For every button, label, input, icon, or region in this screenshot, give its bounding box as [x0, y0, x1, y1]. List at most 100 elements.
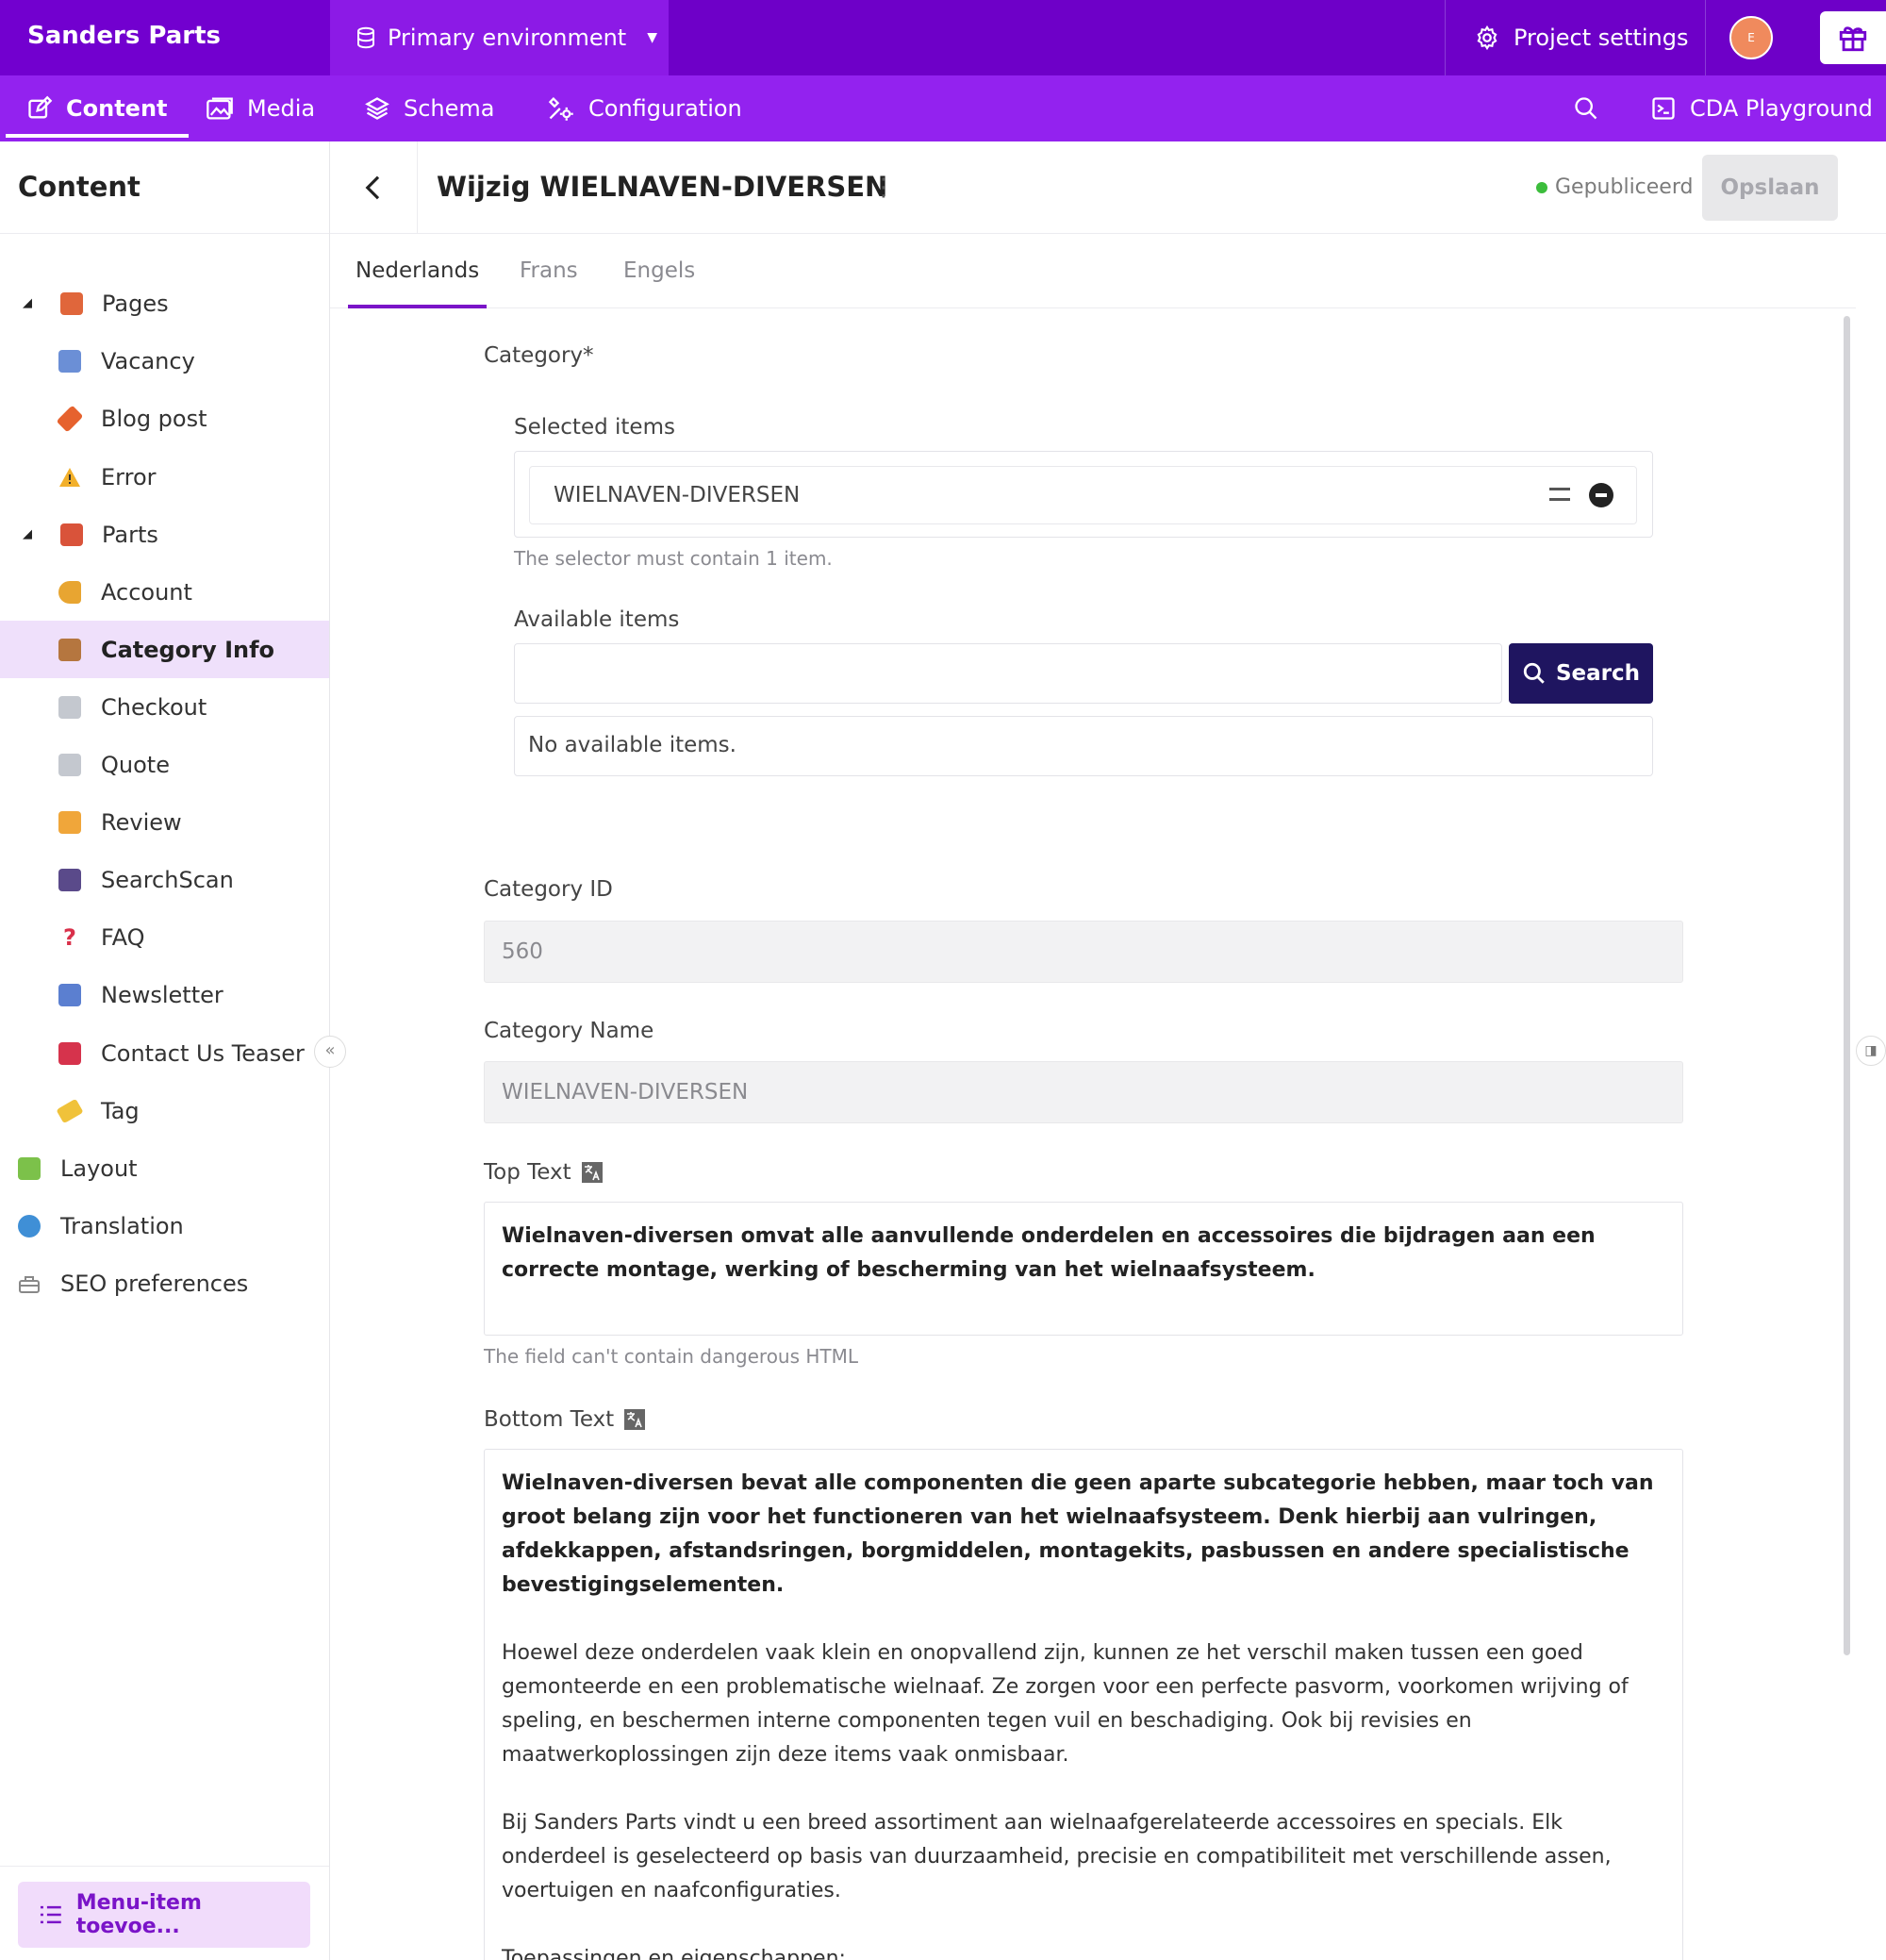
sidebar-item-label: Blog post	[101, 405, 207, 432]
nav-content[interactable]: Content	[6, 75, 188, 141]
expand-triangle-icon[interactable]: ◢	[23, 296, 32, 310]
project-settings-button[interactable]: Project settings	[1445, 0, 1706, 75]
search-button[interactable]: Search	[1509, 643, 1653, 704]
expand-triangle-icon[interactable]: ◢	[23, 527, 32, 541]
add-menu-item-label: Menu-item toevoe...	[75, 1891, 202, 1938]
top-text-label-row: Top Text	[484, 1160, 604, 1185]
sidebar-item-newsletter[interactable]: Newsletter	[0, 966, 329, 1023]
sidebar-item-pages[interactable]: ◢ Pages	[0, 274, 329, 332]
house-icon	[60, 291, 83, 315]
sidebar-item-quote[interactable]: Quote	[0, 736, 329, 793]
bottom-text-label-row: Bottom Text	[484, 1407, 646, 1432]
global-search-button[interactable]	[1573, 75, 1599, 141]
panel-toggle-icon[interactable]: ◨	[1856, 1036, 1886, 1066]
sidebar-item-label: Category Info	[101, 636, 275, 663]
sidebar-item-faq[interactable]: ? FAQ	[0, 908, 329, 966]
bottom-text-paragraph: Hoewel deze onderdelen vaak klein en ono…	[502, 1641, 1629, 1767]
search-button-label: Search	[1555, 661, 1641, 686]
add-menu-item-button[interactable]: Menu-item toevoe...	[18, 1882, 310, 1948]
sidebar-item-label: Review	[101, 808, 182, 836]
status-label: Gepubliceerd	[1555, 175, 1694, 199]
more-options-icon[interactable]: ⋮	[869, 174, 898, 202]
sidebar-item-tag[interactable]: Tag	[0, 1082, 329, 1139]
no-available-items: No available items.	[514, 716, 1653, 776]
bottom-text-paragraph: Wielnaven-diversen bevat alle componente…	[502, 1471, 1654, 1597]
sidebar-item-seo-preferences[interactable]: SEO preferences	[0, 1254, 329, 1312]
sidebar-item-category-info[interactable]: Category Info	[0, 621, 329, 678]
top-bar: Sanders Parts Primary environment ▼ Proj…	[0, 0, 1886, 75]
sidebar-item-label: Tag	[101, 1097, 140, 1124]
bottom-text-paragraph: Bij Sanders Parts vindt u een breed asso…	[502, 1811, 1612, 1902]
chevron-down-icon: ▼	[647, 30, 657, 45]
sidebar-item-layout[interactable]: Layout	[0, 1139, 329, 1197]
selected-item[interactable]: WIELNAVEN-DIVERSEN	[529, 466, 1637, 524]
selected-items-box: WIELNAVEN-DIVERSEN	[514, 451, 1653, 538]
environment-label: Primary environment	[388, 25, 627, 51]
sidebar-item-error[interactable]: Error	[0, 448, 329, 506]
telephone-icon	[58, 1041, 81, 1065]
bottom-text-editor[interactable]: Wielnaven-diversen bevat alle componente…	[484, 1449, 1683, 1960]
sidebar-item-label: Contact Us Teaser	[101, 1039, 305, 1067]
sidebar-item-label: Pages	[102, 290, 169, 317]
mailbox-icon	[58, 983, 81, 1006]
database-icon	[357, 26, 374, 49]
sidebar-item-label: Translation	[60, 1212, 184, 1239]
bottom-text-paragraph: Toepassingen en eigenschappen:	[502, 1947, 846, 1960]
image-icon	[207, 97, 233, 120]
translate-icon[interactable]	[623, 1408, 646, 1431]
top-text-editor[interactable]: Wielnaven-diversen omvat alle aanvullend…	[484, 1202, 1683, 1336]
sidebar-item-review[interactable]: Review	[0, 793, 329, 851]
environment-selector[interactable]: Primary environment ▼	[330, 0, 669, 75]
user-avatar[interactable]: E	[1729, 16, 1773, 59]
sidebar-item-translation[interactable]: Translation	[0, 1197, 329, 1254]
search-icon	[1575, 97, 1597, 120]
published-dot-icon	[1536, 182, 1547, 193]
nav-media-label: Media	[247, 95, 316, 122]
sidebar-item-blog-post[interactable]: Blog post	[0, 390, 329, 447]
sidebar-item-label: Newsletter	[101, 981, 223, 1008]
translate-icon[interactable]	[581, 1161, 604, 1184]
cart-icon	[58, 753, 81, 776]
category-id-field[interactable]: 560	[484, 921, 1683, 983]
sidebar-item-label: Vacancy	[101, 347, 195, 374]
sidebar-item-label: Account	[101, 578, 192, 606]
search-icon	[1523, 662, 1545, 684]
selected-items-label: Selected items	[514, 415, 675, 440]
sidebar-item-checkout[interactable]: Checkout	[0, 678, 329, 736]
category-name-field[interactable]: WIELNAVEN-DIVERSEN	[484, 1061, 1683, 1123]
sidebar-item-label: Checkout	[101, 693, 207, 721]
sidebar-item-parts[interactable]: ◢ Parts	[0, 506, 329, 563]
sidebar-item-contact-us-teaser[interactable]: Contact Us Teaser	[0, 1024, 329, 1082]
scrollbar[interactable]	[1844, 316, 1850, 1655]
gear-icon	[1477, 25, 1497, 51]
nav-configuration[interactable]: Configuration	[547, 75, 742, 141]
html-hint: The field can't contain dangerous HTML	[484, 1345, 859, 1368]
drag-handle-icon[interactable]	[1549, 488, 1570, 501]
save-button[interactable]: Opslaan	[1702, 155, 1838, 221]
sidebar-item-label: Error	[101, 463, 157, 490]
sidebar-item-vacancy[interactable]: Vacancy	[0, 332, 329, 390]
key-icon	[58, 580, 81, 604]
selector-hint: The selector must contain 1 item.	[514, 547, 833, 570]
sidebar-item-account[interactable]: Account	[0, 563, 329, 621]
tab-nederlands[interactable]: Nederlands	[347, 234, 488, 308]
tab-engels[interactable]: Engels	[623, 234, 695, 308]
sidebar-title: Content	[0, 141, 329, 234]
top-text-label: Top Text	[484, 1160, 571, 1185]
nav-cda-playground[interactable]: CDA Playground	[1650, 75, 1873, 141]
nav-schema[interactable]: Schema	[364, 75, 495, 141]
project-settings-label: Project settings	[1514, 25, 1689, 51]
nav-media[interactable]: Media	[206, 75, 315, 141]
sidebar-item-searchscan[interactable]: SearchScan	[0, 851, 329, 908]
gift-button[interactable]	[1820, 11, 1886, 64]
tab-frans[interactable]: Frans	[520, 234, 578, 308]
tools-icon	[548, 96, 573, 121]
brand-name[interactable]: Sanders Parts	[0, 0, 330, 75]
available-items-label: Available items	[514, 607, 680, 632]
bricks-icon	[60, 523, 83, 546]
available-items-search-input[interactable]	[514, 643, 1502, 704]
remove-item-icon[interactable]	[1589, 483, 1613, 507]
selected-item-label: WIELNAVEN-DIVERSEN	[554, 483, 801, 507]
back-button[interactable]	[330, 141, 418, 234]
main-nav: Content Media Schema Configuration CDA P…	[0, 75, 1886, 141]
